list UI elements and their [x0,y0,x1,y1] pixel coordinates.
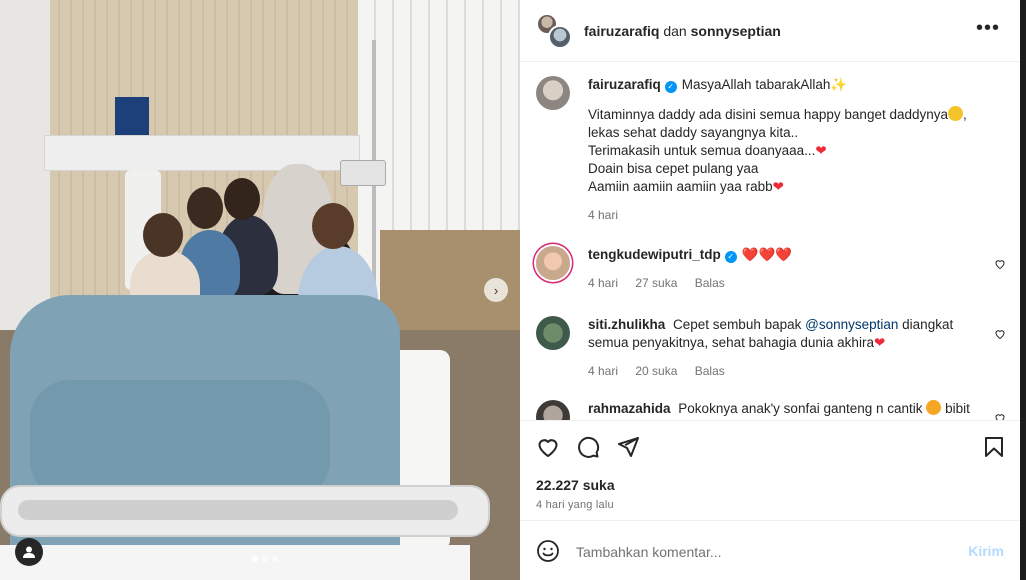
avatar[interactable] [536,400,570,420]
comment-text: bibit [945,401,970,416]
mention-link[interactable]: @sonnyseptian [805,317,898,332]
photo-sign [115,97,149,135]
caption-lines: Vitaminnya daddy ada disini semua happy … [588,106,978,196]
like-count[interactable]: 22.227 suka [536,477,615,493]
carousel-indicator [252,556,278,562]
photo-wall-panel [44,135,360,171]
avatar[interactable] [536,76,570,110]
timestamp[interactable]: 4 hari [588,276,618,290]
comment-meta: 4 hari 27 suka Balas [588,274,978,292]
collab-usernames: fairuzarafiq dan sonnyseptian [584,23,781,39]
verified-badge-icon: ✓ [724,251,737,263]
photo-girl-head [143,213,183,257]
share-icon[interactable] [616,435,640,459]
chevron-right-icon: › [493,282,499,298]
caption-text: Terimakasih untuk semua doanyaaa... [588,143,816,158]
sparkles-icon: ✨ [830,77,848,92]
photo-bed-rail-inner [18,500,458,520]
like-count[interactable]: 27 suka [635,276,677,290]
like-count[interactable]: 20 suka [635,364,677,378]
caption-text: MasyaAllah tabarakAllah [681,77,831,92]
send-button[interactable]: Kirim [968,543,1004,559]
post-side-panel: fairuzarafiq dan sonnyseptian ••• fairuz… [520,0,1020,580]
username-link[interactable]: sonnyseptian [691,23,781,39]
caption-body: fairuzarafiq ✓ MasyaAllah tabarakAllah✨ Vi… [588,76,978,224]
caption-text: Aamiin aamiin aamiin yaa rabb [588,179,773,194]
caption-text: lekas sehat daddy sayangnya kita.. [588,125,799,140]
post-photo[interactable]: › [0,0,520,580]
comment-text: Cepet sembuh bapak [673,317,802,332]
avatar[interactable] [536,316,570,350]
verified-badge-icon: ✓ [664,81,677,93]
comment-item: tengkudewiputri_tdp ✓ ❤️❤️❤️ 4 hari 27 suk… [536,246,1006,292]
reply-button[interactable]: Balas [695,364,725,378]
carousel-dot [272,556,278,562]
bookmark-icon[interactable] [982,435,1006,459]
heart-eyes-emoji-icon [926,400,942,415]
photo-iv-machine [340,160,386,186]
timestamp[interactable]: 4 hari [588,364,618,378]
photo-boy-head [187,187,223,229]
carousel-dot [252,556,258,562]
smiling-face-icon [948,106,964,121]
user-icon [23,546,35,558]
tagged-users-button[interactable] [15,538,43,566]
caption-meta: 4 hari [588,206,978,224]
caption-text: Vitaminnya daddy ada disini semua happy … [588,107,949,122]
comment-item: siti.zhulikha Cepet sembuh bapak @sonnys… [536,316,1006,380]
photo-blanket-fold [30,380,330,500]
like-comment-heart-icon[interactable] [994,412,1006,420]
username-link[interactable]: rahmazahida [588,401,671,416]
emoji-icon[interactable] [536,539,560,563]
avatar[interactable] [548,24,572,49]
carousel-dot [262,556,268,562]
username-link[interactable]: tengkudewiputri_tdp [588,247,721,262]
reply-button[interactable]: Balas [695,276,725,290]
photo-bed-base [0,545,470,580]
username-link[interactable]: fairuzarafiq [584,23,659,39]
like-comment-heart-icon[interactable] [994,258,1006,270]
comment-item: rahmazahida Pokoknya anak'y sonfai gante… [536,400,1006,420]
comment-body: tengkudewiputri_tdp ✓ ❤️❤️❤️ 4 hari 27 suk… [588,246,978,292]
comments-list[interactable]: fairuzarafiq ✓ MasyaAllah tabarakAllah✨ Vi… [520,62,1020,420]
hearts-emoji: ❤️❤️❤️ [741,247,793,262]
connector-text: dan [663,22,687,39]
username-link[interactable]: fairuzarafiq [588,77,661,92]
caption: fairuzarafiq ✓ MasyaAllah tabarakAllah✨ Vi… [536,76,1006,224]
username-link[interactable]: siti.zhulikha [588,317,665,332]
heart-emoji-icon: ❤ [873,335,886,350]
comment-bar: Kirim [520,520,1020,580]
post-timestamp[interactable]: 4 hari yang lalu [536,499,614,511]
like-comment-heart-icon[interactable] [994,328,1006,340]
caption-text: Doain bisa cepet pulang yaa [588,161,759,176]
photo-man-head [224,178,260,220]
more-options-icon[interactable]: ••• [976,18,1000,38]
comment-meta: 4 hari 20 suka Balas [588,362,978,380]
collab-avatars[interactable] [536,12,572,49]
comment-body: siti.zhulikha Cepet sembuh bapak @sonnys… [588,316,978,380]
photo-toddler-head [312,203,354,249]
avatar[interactable] [536,246,570,280]
comment-icon[interactable] [576,435,600,459]
comment-input[interactable] [576,541,946,563]
comment-text: Pokoknya anak'y sonfai ganteng n cantik [678,401,923,416]
post-header: fairuzarafiq dan sonnyseptian ••• [520,0,1020,62]
heart-emoji-icon: ❤ [772,179,784,194]
page-edge [1020,0,1026,580]
heart-emoji-icon: ❤ [815,143,827,158]
comment-body: rahmazahida Pokoknya anak'y sonfai gante… [588,400,978,420]
timestamp[interactable]: 4 hari [588,208,618,222]
next-photo-button[interactable]: › [484,278,508,302]
heart-icon[interactable] [536,435,560,459]
